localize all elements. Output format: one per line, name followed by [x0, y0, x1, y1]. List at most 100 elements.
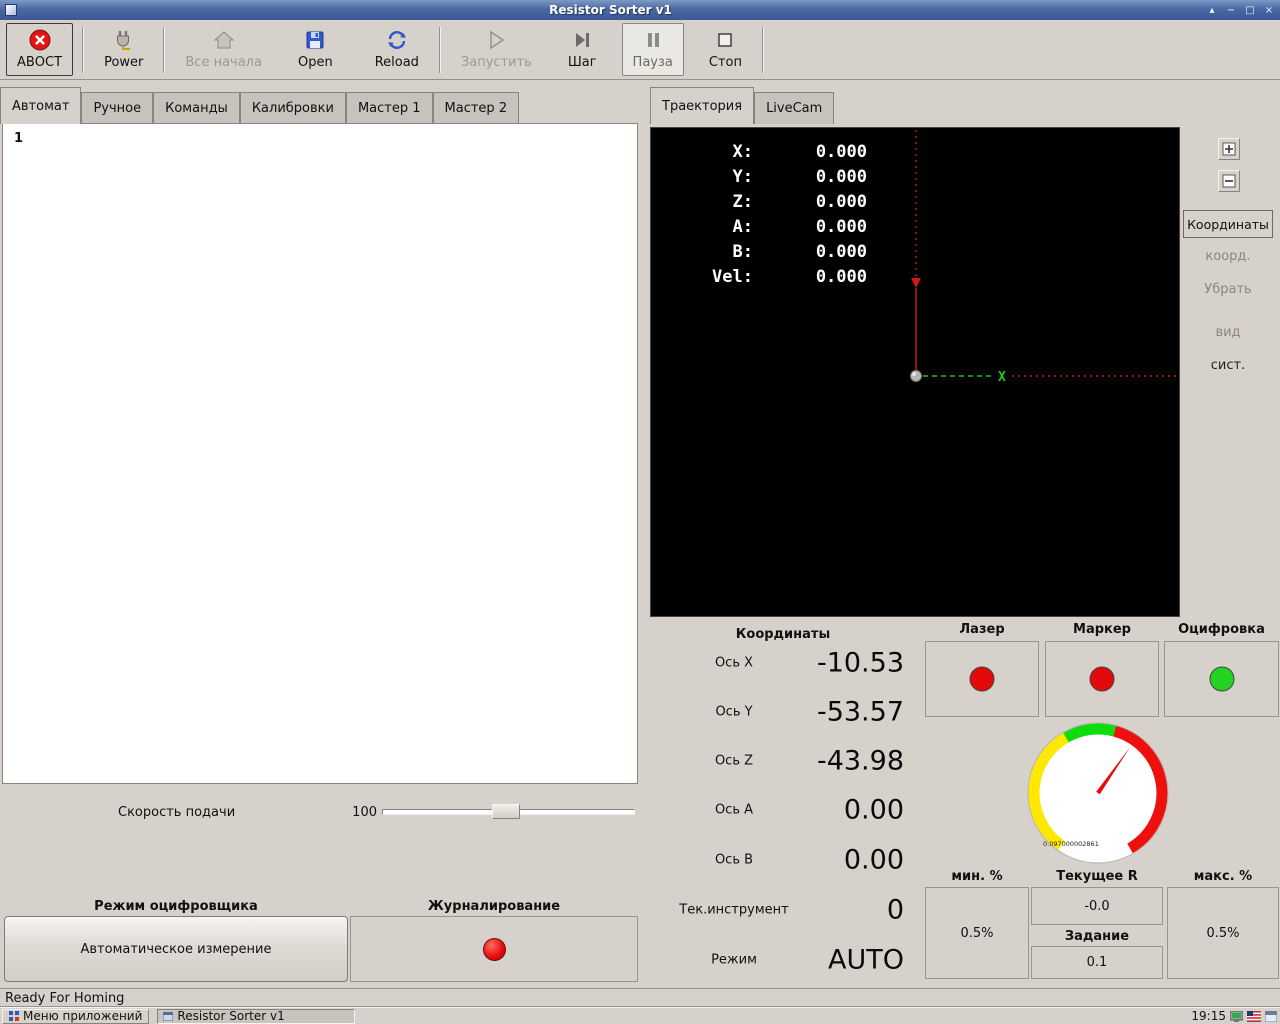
feed-rate-value: 100	[352, 805, 377, 820]
gauge-value: 0.097000002861	[1043, 840, 1099, 848]
estop-label: АВОСТ	[17, 55, 63, 70]
readout-label: X:	[732, 142, 753, 162]
application-window: Resistor Sorter v1 ▴ − □ × АВОСТ Power В…	[0, 0, 1280, 1024]
digitizer-mode-title: Режим оцифровщика	[94, 899, 258, 914]
digitizer-mode-button[interactable]: Автоматическое измерение	[4, 916, 348, 982]
close-button[interactable]: ×	[1261, 3, 1277, 18]
open-button[interactable]: Open	[287, 23, 344, 76]
zoom-in-icon	[1222, 142, 1236, 156]
readout-row: A: 0.000	[661, 217, 867, 242]
dro-panel: Координаты Ось X -10.53 Ось Y -53.57 Ось Z…	[648, 624, 918, 988]
tab-manual[interactable]: Ручное	[81, 92, 154, 124]
keyboard-layout-us-flag-icon[interactable]	[1247, 1010, 1261, 1022]
applications-menu-button[interactable]: Меню приложений	[2, 1008, 150, 1024]
dro-value: 0	[886, 894, 904, 926]
readout-label: B:	[732, 242, 753, 262]
marker-indicator-label: Маркер	[1073, 622, 1131, 637]
laser-indicator	[925, 641, 1039, 717]
task-button-resistor-sorter[interactable]: Resistor Sorter v1	[157, 1008, 356, 1024]
readout-label: A:	[732, 217, 753, 237]
marker-indicator	[1045, 641, 1159, 717]
marker-led-icon	[1089, 666, 1115, 692]
run-button[interactable]: Запустить	[450, 23, 543, 76]
zoom-out-icon	[1222, 174, 1236, 188]
pause-button[interactable]: Пауза	[621, 23, 684, 76]
open-label: Open	[297, 55, 333, 70]
taskbar: Меню приложений Resistor Sorter v1 19:15	[0, 1007, 1280, 1024]
dro-row-y: Ось Y -53.57	[648, 696, 918, 728]
min-percent-label: мин. %	[951, 869, 1003, 884]
reload-label: Reload	[374, 55, 419, 70]
task-button-label: Resistor Sorter v1	[177, 1009, 285, 1023]
dro-label: Ось A	[714, 802, 754, 818]
current-r-value: -0.0	[1031, 887, 1163, 925]
applications-menu-label: Меню приложений	[23, 1009, 143, 1023]
coord-label: коорд.	[1205, 249, 1251, 264]
reload-button[interactable]: Reload	[364, 23, 430, 76]
stop-icon	[718, 33, 733, 47]
view-controls: Координаты коорд. Убрать вид сист.	[1180, 127, 1280, 617]
max-percent-value: 0.5%	[1167, 887, 1279, 979]
tray-monitor-icon[interactable]	[1230, 1010, 1243, 1022]
reload-icon	[388, 31, 406, 49]
tab-calibrations[interactable]: Калибровки	[239, 92, 346, 124]
tab-master1[interactable]: Мастер 1	[345, 92, 433, 124]
view-label: вид	[1215, 325, 1241, 340]
zoom-in-button[interactable]	[1218, 138, 1240, 160]
logging-title: Журналирование	[427, 899, 561, 914]
dro-label: Режим	[711, 952, 757, 968]
feed-rate-slider-handle[interactable]	[492, 804, 520, 819]
status-bar: Ready For Homing	[0, 988, 1280, 1007]
home-all-button[interactable]: Все начала	[174, 23, 273, 76]
dro-label: Тек.инструмент	[679, 902, 789, 918]
readout-value: 0.000	[815, 267, 867, 287]
coordinates-view-button[interactable]: Координаты	[1183, 210, 1273, 238]
step-button[interactable]: Шаг	[557, 23, 608, 76]
open-file-icon	[306, 31, 324, 49]
dro-value: AUTO	[828, 944, 904, 976]
pin-button[interactable]: ▴	[1204, 3, 1220, 18]
minimize-button[interactable]: −	[1223, 3, 1239, 18]
pause-label: Пауза	[632, 55, 673, 70]
current-r-label: Текущее R	[1056, 869, 1138, 884]
trajectory-preview[interactable]: X: 0.000 Y: 0.000 Z: 0.000 A: 0.000 B: 0.000 …	[650, 127, 1180, 617]
titlebar: Resistor Sorter v1 ▴ − □ ×	[0, 0, 1280, 20]
tray-generic-icon[interactable]	[1265, 1010, 1277, 1022]
resistance-gauge: 0.097000002861	[1027, 722, 1169, 864]
tab-livecam[interactable]: LiveCam	[754, 92, 835, 124]
applications-menu-icon	[9, 1011, 19, 1021]
target-label: Задание	[1064, 929, 1130, 944]
tab-master2[interactable]: Мастер 2	[432, 92, 520, 124]
toolbar-separator	[438, 26, 441, 73]
tab-commands[interactable]: Команды	[153, 92, 240, 124]
home-icon	[213, 31, 234, 49]
laser-led-icon	[969, 666, 995, 692]
system-label: сист.	[1210, 358, 1246, 373]
readout-value: 0.000	[815, 242, 867, 262]
gcode-listing[interactable]: 1	[2, 123, 638, 784]
window-menu-icon[interactable]	[5, 4, 17, 16]
toolbar: АВОСТ Power Все начала Open Reload Запус…	[0, 20, 1280, 80]
x-axis-label: X	[998, 370, 1006, 385]
estop-button[interactable]: АВОСТ	[6, 23, 74, 76]
tab-automat[interactable]: Автомат	[0, 87, 82, 124]
power-button[interactable]: Power	[93, 23, 154, 76]
readout-value: 0.000	[815, 167, 867, 187]
readout-row: B: 0.000	[661, 242, 867, 267]
stop-button[interactable]: Стоп	[698, 23, 753, 76]
window-title: Resistor Sorter v1	[549, 3, 672, 17]
remove-button[interactable]: Убрать	[1180, 282, 1276, 297]
readout-value: 0.000	[815, 217, 867, 237]
readout-row: Vel: 0.000	[661, 267, 867, 292]
toolbar-separator	[163, 26, 166, 73]
feed-rate-label: Скорость подачи	[118, 805, 236, 820]
power-label: Power	[104, 55, 144, 70]
dro-title: Координаты	[735, 627, 831, 642]
dro-value: -10.53	[816, 647, 904, 679]
tab-trajectory[interactable]: Траектория	[650, 87, 755, 124]
zoom-out-button[interactable]	[1218, 170, 1240, 192]
target-value: 0.1	[1031, 946, 1163, 979]
maximize-button[interactable]: □	[1242, 3, 1258, 18]
readout-label: Vel:	[712, 267, 753, 287]
toolbar-separator	[82, 26, 85, 73]
